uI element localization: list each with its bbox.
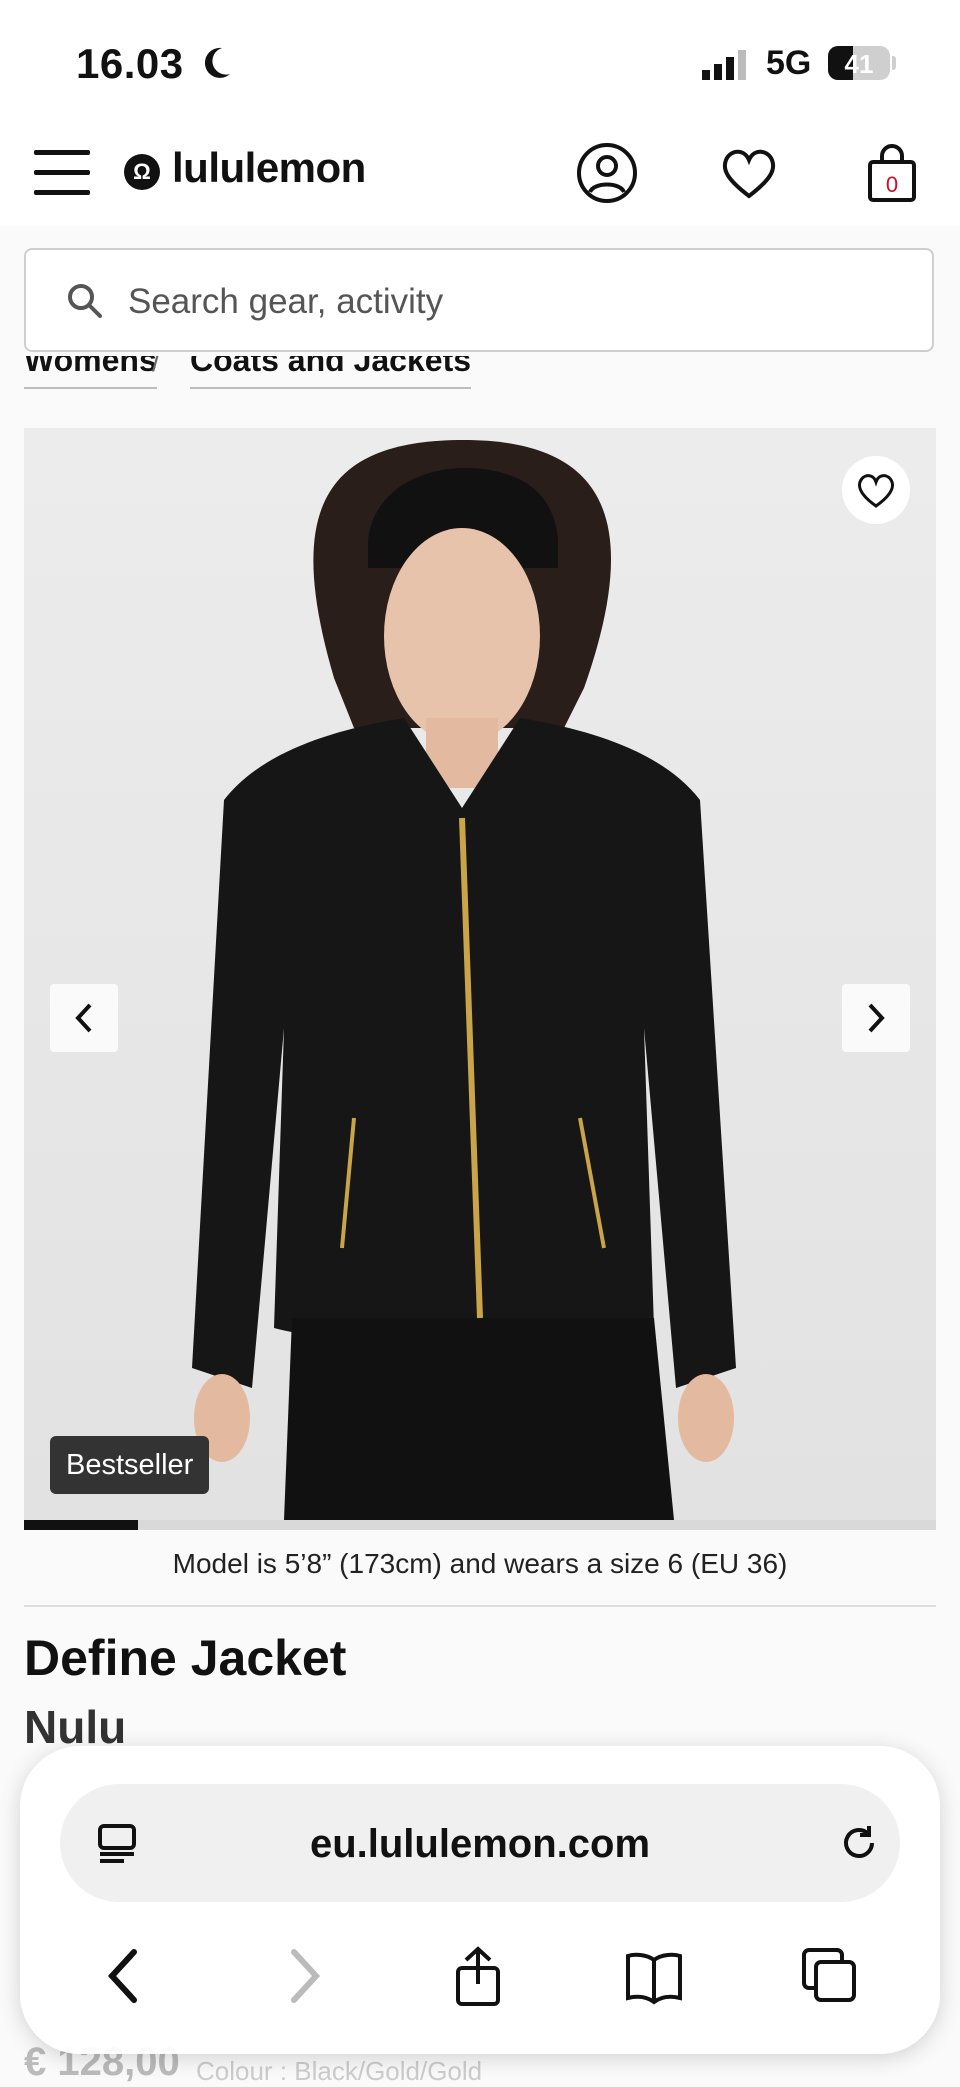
- battery-tip: [892, 56, 896, 70]
- gallery-progress-fill: [24, 1520, 138, 1530]
- breadcrumb-coats-jackets[interactable]: Coats and Jackets: [190, 356, 472, 389]
- chevron-left-icon: [75, 1003, 92, 1033]
- reload-icon[interactable]: [838, 1822, 880, 1864]
- site-header: Ω lululemon 0: [0, 120, 960, 226]
- wishlist-icon[interactable]: [718, 142, 780, 204]
- brand-name[interactable]: lululemon: [172, 144, 366, 192]
- product-photo: [192, 440, 736, 1520]
- account-icon[interactable]: [576, 142, 638, 204]
- gallery-progress: [24, 1520, 936, 1530]
- breadcrumb: Womens / Coats and Jackets: [0, 356, 960, 412]
- search-box[interactable]: [24, 248, 934, 352]
- url-text[interactable]: eu.lululemon.com: [60, 1822, 900, 1867]
- status-time: 16.03: [76, 40, 184, 87]
- battery-percent: 41: [844, 49, 874, 79]
- tabs-icon[interactable]: [800, 1946, 860, 2006]
- bestseller-badge: Bestseller: [50, 1436, 210, 1494]
- breadcrumb-separator: /: [152, 356, 160, 377]
- moon-icon: [204, 47, 230, 78]
- heart-icon: [858, 474, 894, 508]
- bookmarks-icon[interactable]: [624, 1946, 684, 2006]
- search-input[interactable]: [126, 274, 910, 330]
- network-label: 5G: [766, 44, 812, 82]
- share-icon[interactable]: [448, 1946, 508, 2006]
- search-icon: [68, 284, 102, 318]
- address-bar[interactable]: eu.lululemon.com: [60, 1784, 900, 1902]
- signal-icon: [702, 50, 746, 80]
- chevron-right-icon: [868, 1003, 885, 1033]
- battery-icon: 41: [828, 46, 890, 80]
- image-next-button[interactable]: [842, 984, 910, 1052]
- back-icon[interactable]: [96, 1946, 156, 2006]
- forward-icon[interactable]: [272, 1946, 332, 2006]
- divider: [24, 1605, 936, 1607]
- product-colour: Colour : Black/Gold/Gold: [196, 2056, 483, 2086]
- breadcrumb-womens[interactable]: Womens: [24, 356, 157, 389]
- brand-logo-icon[interactable]: Ω: [124, 154, 160, 190]
- product-title: Define Jacket: [24, 1630, 347, 1686]
- favorite-button[interactable]: [842, 456, 910, 524]
- bag-count: 0: [885, 172, 899, 197]
- product-image[interactable]: Bestseller: [24, 428, 936, 1520]
- browser-toolbar: eu.lululemon.com: [20, 1746, 940, 2054]
- model-size-note: Model is 5’8” (173cm) and wears a size 6…: [172, 1548, 788, 1579]
- image-prev-button[interactable]: [50, 984, 118, 1052]
- status-bar: 16.03 5G 41: [0, 0, 960, 120]
- menu-icon[interactable]: [34, 150, 90, 196]
